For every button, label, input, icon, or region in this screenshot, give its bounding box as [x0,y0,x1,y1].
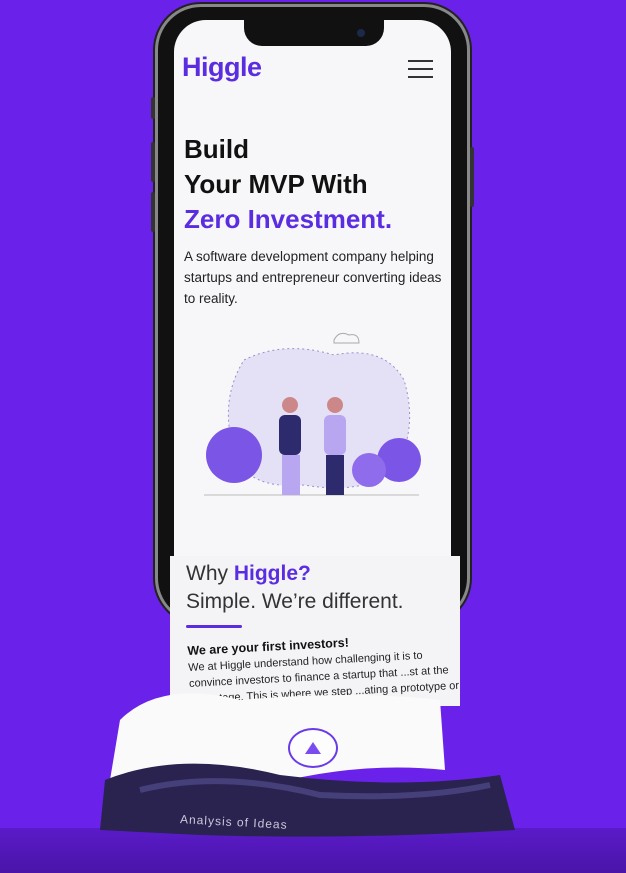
triangle-up-icon [305,742,321,754]
phone-screen: Higgle Build Your MVP With Zero Investme… [174,20,451,620]
phone-mockup: Higgle Build Your MVP With Zero Investme… [151,4,474,624]
logo[interactable]: Higgle [182,52,262,83]
camera-icon [357,29,365,37]
heading-underline [186,625,242,628]
hamburger-icon[interactable] [408,60,433,84]
handshake-illustration [204,332,421,496]
phone-side-button [151,142,155,182]
phone-side-button [151,97,155,119]
hero-subtitle: A software development company helping s… [184,249,442,306]
phone-power-button [470,147,474,207]
phone-side-button [151,192,155,232]
hero-title: Build Your MVP With Zero Investment. [184,134,393,234]
why-heading: Why Higgle? Simple. We’re different. [186,562,404,613]
scroll-up-button[interactable] [288,728,338,768]
